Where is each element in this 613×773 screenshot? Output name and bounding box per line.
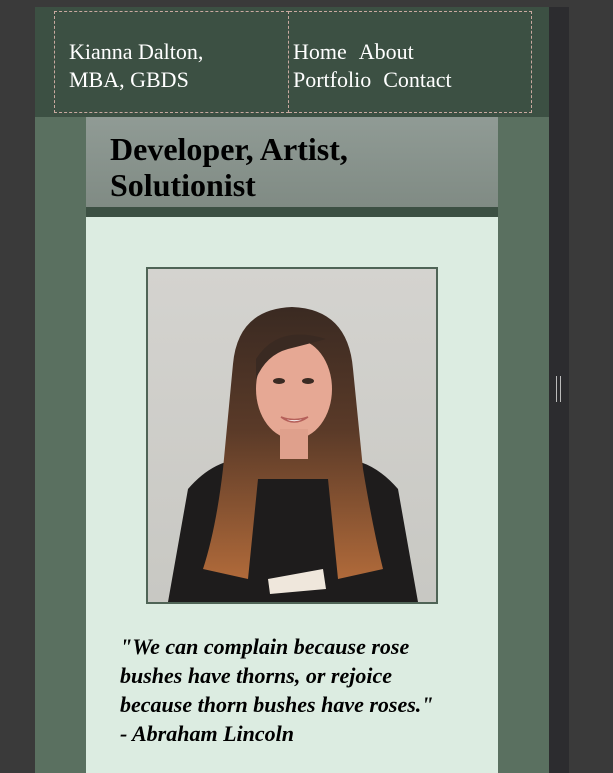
site-brand[interactable]: Kianna Dalton, MBA, GBDS xyxy=(69,38,203,94)
brand-box: Kianna Dalton, MBA, GBDS xyxy=(54,11,289,113)
title-line-2: Solutionist xyxy=(110,167,256,203)
nav-link-about[interactable]: About xyxy=(359,39,414,64)
nav-box: Home About Portfolio Contact xyxy=(289,11,532,113)
quote-line-1: "We can complain because rose xyxy=(120,634,410,659)
quote-line-3: because thorn bushes have roses." xyxy=(120,692,434,717)
profile-photo xyxy=(146,267,438,604)
title-bar: Developer, Artist, Solutionist xyxy=(86,117,498,217)
quote: "We can complain because rose bushes hav… xyxy=(120,632,470,748)
main-nav: Home About Portfolio Contact xyxy=(293,38,464,94)
site-header: Kianna Dalton, MBA, GBDS Home About Portf… xyxy=(35,7,549,117)
resize-handle-icon[interactable] xyxy=(556,376,561,402)
browser-viewport: Kianna Dalton, MBA, GBDS Home About Portf… xyxy=(35,7,549,773)
brand-line-1: Kianna Dalton, xyxy=(69,39,204,64)
page-title: Developer, Artist, Solutionist xyxy=(110,131,348,203)
main-content: Developer, Artist, Solutionist "We can c… xyxy=(86,117,498,773)
quote-line-2: bushes have thorns, or rejoice xyxy=(120,663,392,688)
portrait-image xyxy=(148,269,436,602)
nav-link-home[interactable]: Home xyxy=(293,39,347,64)
nav-link-portfolio[interactable]: Portfolio xyxy=(293,67,371,92)
title-line-1: Developer, Artist, xyxy=(110,131,348,167)
quote-author: - Abraham Lincoln xyxy=(120,721,294,746)
nav-link-contact[interactable]: Contact xyxy=(383,67,451,92)
brand-line-2: MBA, GBDS xyxy=(69,67,189,92)
